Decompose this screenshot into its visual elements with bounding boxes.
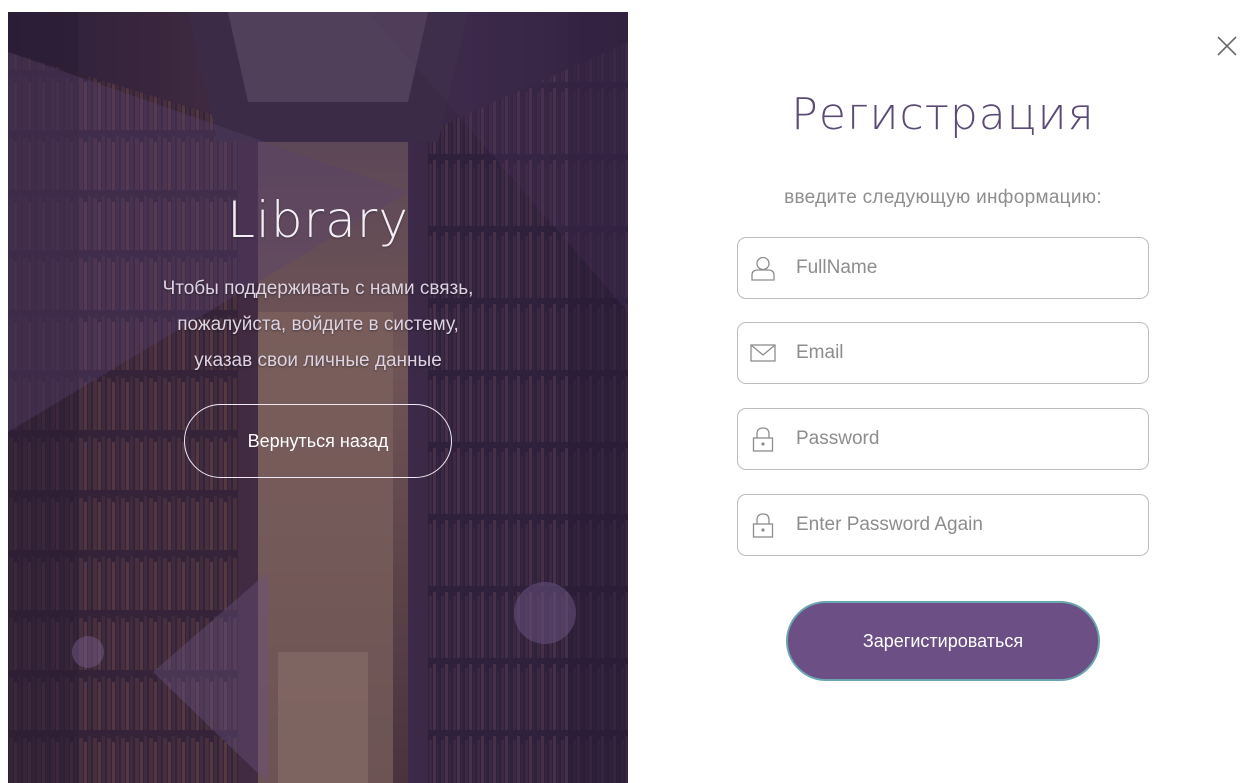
library-hero-panel: Library Чтобы поддерживать с нами связь,… [8,12,628,783]
close-icon [1217,36,1237,56]
email-input[interactable] [796,342,1126,364]
registration-page: Library Чтобы поддерживать с нами связь,… [0,0,1242,783]
password-again-field[interactable] [737,494,1149,556]
fullname-input[interactable] [796,257,1126,279]
fullname-field[interactable] [737,237,1149,299]
envelope-icon [750,340,776,366]
close-button[interactable] [1212,28,1242,64]
password-again-input[interactable] [796,514,1126,536]
user-icon [750,255,776,281]
form-subtitle: введите следующую информацию: [784,187,1102,208]
hero-content: Library Чтобы поддерживать с нами связь,… [8,12,628,783]
email-field[interactable] [737,322,1149,384]
registration-form: Регистрация введите следующую информацию… [736,0,1150,783]
form-title: Регистрация [791,89,1095,140]
lock-icon [750,426,776,452]
password-field[interactable] [737,408,1149,470]
hero-description: Чтобы поддерживать с нами связь, пожалуй… [162,278,474,371]
back-button[interactable]: Вернуться назад [184,404,452,478]
lock-icon [750,512,776,538]
register-button[interactable]: Зарегистироваться [786,601,1100,681]
password-input[interactable] [796,428,1126,450]
brand-title: Library [227,191,409,249]
